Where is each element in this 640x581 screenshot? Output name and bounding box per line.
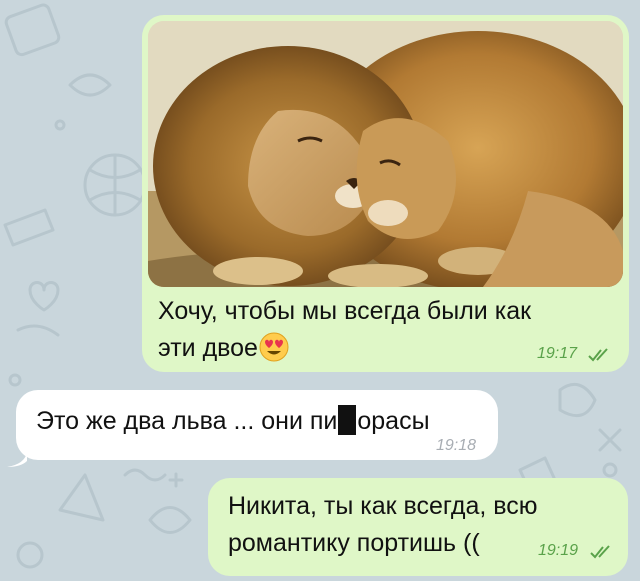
message-time: 19:18 bbox=[436, 437, 477, 454]
double-check-icon bbox=[590, 545, 610, 559]
incoming-message[interactable]: Это же два льва ... они пи орасы 19:18 bbox=[16, 390, 498, 460]
message-time: 19:17 bbox=[537, 345, 578, 362]
message-text: Хочу, чтобы мы всегда были как эти двое bbox=[158, 297, 532, 362]
two-lions-photo[interactable] bbox=[148, 21, 623, 287]
censor-block bbox=[338, 405, 357, 435]
lions-image bbox=[148, 21, 623, 287]
double-check-icon bbox=[588, 348, 608, 362]
outgoing-text-message[interactable]: Никита, ты как всегда, всю романтику пор… bbox=[208, 478, 628, 576]
message-time: 19:19 bbox=[538, 542, 579, 559]
outgoing-photo-message[interactable]: Хочу, чтобы мы всегда были как эти двое … bbox=[142, 15, 629, 372]
heart-eyes-emoji-icon bbox=[259, 332, 289, 362]
message-text: Никита, ты как всегда, всю романтику пор… bbox=[228, 492, 538, 557]
message-text: Это же два льва ... они пи орасы bbox=[36, 405, 430, 435]
